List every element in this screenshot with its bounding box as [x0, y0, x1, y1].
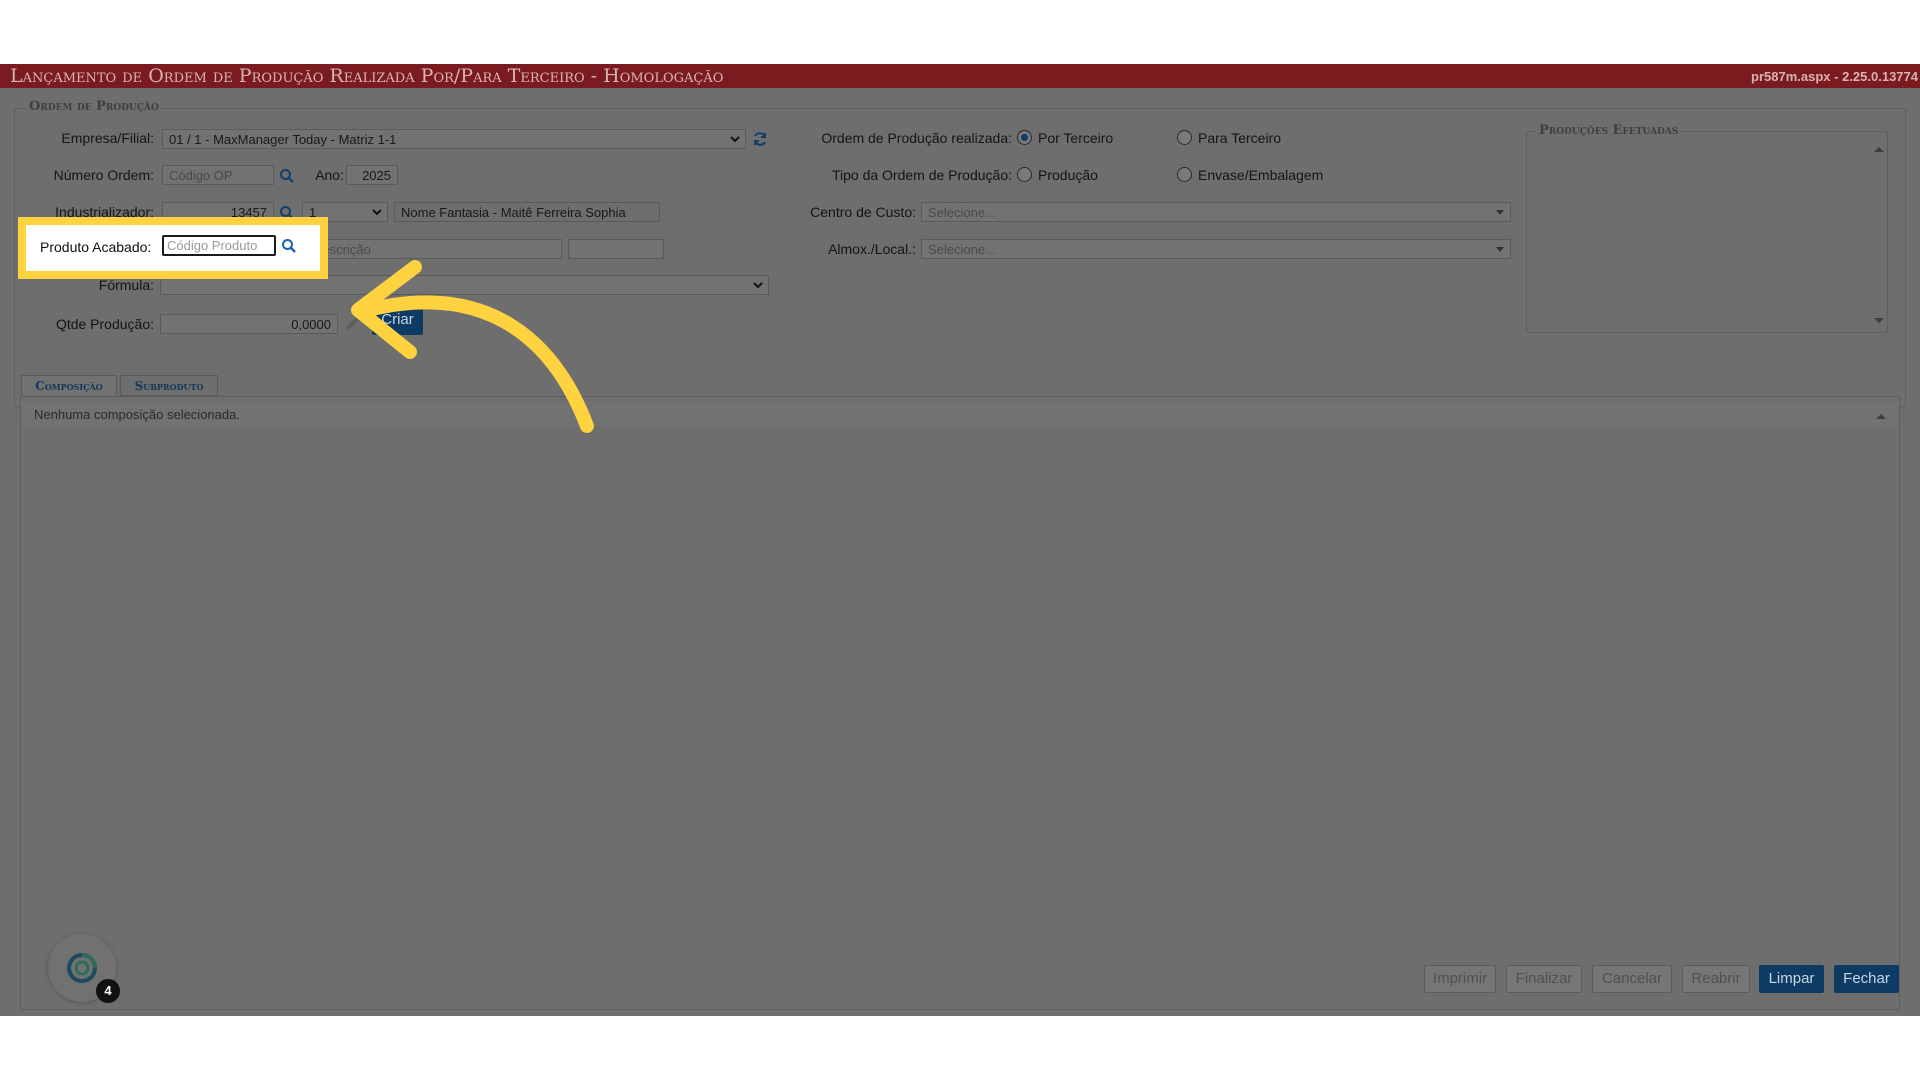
- refresh-icon[interactable]: [751, 130, 769, 148]
- composition-panel: [20, 396, 1900, 1010]
- empresa-label: Empresa/Filial:: [61, 130, 154, 146]
- almox-value: Selecione...: [928, 242, 996, 257]
- radio-por-terceiro[interactable]: [1017, 130, 1032, 145]
- chevron-up-icon[interactable]: [1870, 140, 1888, 158]
- numero-ordem-label: Número Ordem:: [53, 167, 154, 183]
- qtde-value: 0,0000: [291, 317, 331, 332]
- producoes-panel: [1526, 131, 1888, 333]
- app-logo-icon: [67, 953, 97, 983]
- search-icon[interactable]: [278, 167, 296, 185]
- centro-custo-label: Centro de Custo:: [810, 204, 916, 220]
- app-window: Lançamento de Ordem de Produção Realizad…: [0, 64, 1920, 1016]
- almox-select[interactable]: Selecione...: [921, 239, 1511, 259]
- imprimir-button[interactable]: Imprimir: [1424, 965, 1496, 993]
- ano-label: Ano:: [315, 167, 344, 183]
- radio-para-terceiro[interactable]: [1177, 130, 1192, 145]
- limpar-button[interactable]: Limpar: [1759, 965, 1824, 993]
- radio-producao[interactable]: [1017, 167, 1032, 182]
- produto-code-input[interactable]: Código Produto: [162, 235, 276, 256]
- finalizar-button[interactable]: Finalizar: [1506, 965, 1582, 993]
- por-terceiro-label: Por Terceiro: [1038, 130, 1114, 146]
- tab-composicao[interactable]: Composição: [21, 375, 117, 396]
- version-label: pr587m.aspx - 2.25.0.13774: [1751, 69, 1918, 84]
- tipo-label: Tipo da Ordem de Produção:: [831, 167, 1012, 183]
- produto-label: Produto Acabado:: [40, 239, 152, 255]
- composition-header: [21, 402, 1899, 426]
- radio-envase[interactable]: [1177, 167, 1192, 182]
- formula-label: Fórmula:: [98, 277, 154, 293]
- numero-ordem-input[interactable]: Código OP: [162, 165, 274, 185]
- notification-badge: 4: [96, 979, 120, 1003]
- chevron-down-icon: [1496, 247, 1504, 252]
- highlight-box: Produto Acabado: Código Produto: [18, 217, 328, 279]
- chevron-down-icon: [753, 282, 763, 289]
- centro-custo-select[interactable]: Selecione...: [921, 202, 1511, 222]
- arrow-annotation-icon: [351, 260, 594, 433]
- window-titlebar: Lançamento de Ordem de Produção Realizad…: [0, 64, 1920, 88]
- chevron-down-icon[interactable]: [1870, 311, 1888, 329]
- realizada-label: Ordem de Produção realizada:: [821, 130, 1012, 146]
- qtde-input[interactable]: 0,0000: [160, 314, 338, 334]
- producoes-legend: Produções Efetuadas: [1536, 123, 1682, 138]
- centro-custo-value: Selecione...: [928, 205, 996, 220]
- almox-label: Almox./Local.:: [828, 241, 916, 257]
- empresa-value: 01 / 1 - MaxManager Today - Matriz 1-1: [169, 132, 397, 147]
- search-icon[interactable]: [280, 237, 298, 255]
- composition-empty-message: Nenhuma composição selecionada.: [34, 407, 240, 422]
- empresa-select[interactable]: 01 / 1 - MaxManager Today - Matriz 1-1: [162, 129, 746, 149]
- chevron-down-icon: [1496, 210, 1504, 215]
- qtde-label: Qtde Produção:: [55, 316, 154, 332]
- page-title: Lançamento de Ordem de Produção Realizad…: [10, 65, 724, 87]
- order-panel-legend: Ordem de Produção: [26, 99, 162, 114]
- cancelar-button[interactable]: Cancelar: [1592, 965, 1672, 993]
- reabrir-button[interactable]: Reabrir: [1682, 965, 1750, 993]
- producao-label: Produção: [1038, 167, 1098, 183]
- fechar-button[interactable]: Fechar: [1834, 965, 1899, 993]
- numero-ordem-placeholder: Código OP: [169, 168, 233, 183]
- chevron-up-icon[interactable]: [1872, 407, 1890, 425]
- tab-subproduto[interactable]: Subproduto: [120, 375, 218, 396]
- produto-code-placeholder: Código Produto: [167, 238, 258, 253]
- assistant-widget[interactable]: 4: [48, 934, 120, 1003]
- chevron-down-icon: [730, 136, 740, 143]
- para-terceiro-label: Para Terceiro: [1198, 130, 1282, 146]
- ano-value: 2025: [362, 168, 391, 183]
- ano-input[interactable]: 2025: [346, 165, 398, 185]
- envase-label: Envase/Embalagem: [1198, 167, 1324, 183]
